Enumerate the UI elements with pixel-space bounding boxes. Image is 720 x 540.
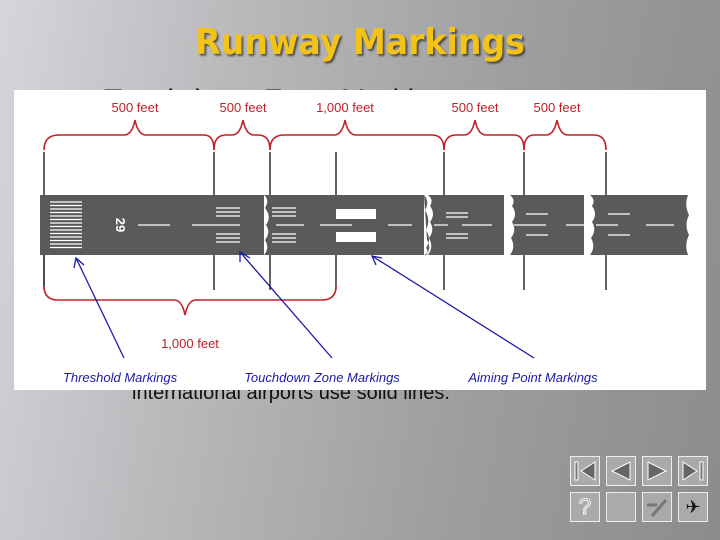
last-slide-button[interactable]	[678, 456, 708, 486]
blank-button[interactable]	[606, 492, 636, 522]
distance-label-4: 500 feet	[452, 100, 499, 115]
bottom-distance-label: 1,000 feet	[161, 336, 219, 351]
first-icon	[574, 461, 596, 481]
callout-touchdown-zone-markings: Touchdown Zone Markings	[244, 370, 400, 385]
callout-arrows	[73, 250, 535, 359]
brace-3	[269, 119, 445, 151]
return-icon	[647, 499, 668, 517]
airplane-icon: ✈	[685, 496, 701, 517]
help-icon: ?	[578, 494, 592, 520]
help-button[interactable]: ?	[570, 492, 600, 522]
brace-4	[443, 119, 525, 151]
brace-1	[43, 119, 215, 151]
distance-label-3: 1,000 feet	[316, 100, 374, 115]
brace-5	[523, 119, 607, 151]
slide-title: Runway Markings	[195, 22, 525, 63]
last-icon	[682, 461, 704, 481]
return-button[interactable]	[642, 492, 672, 522]
next-slide-button[interactable]	[642, 456, 672, 486]
distance-label-1: 500 feet	[112, 100, 159, 115]
airplane-button[interactable]: ✈	[678, 492, 708, 522]
top-braces	[43, 119, 607, 151]
callout-aiming-point-markings: Aiming Point Markings	[467, 370, 598, 385]
distance-label-5: 500 feet	[534, 100, 581, 115]
first-slide-button[interactable]	[570, 456, 600, 486]
runway-diagram: 500 feet 500 feet 1,000 feet 500 feet 50…	[14, 90, 706, 390]
bottom-brace	[43, 285, 337, 316]
distance-label-2: 500 feet	[220, 100, 267, 115]
runway-surface	[40, 195, 689, 255]
next-icon	[647, 461, 668, 481]
brace-2	[213, 119, 271, 151]
previous-slide-button[interactable]	[606, 456, 636, 486]
runway-number: 29	[113, 218, 128, 232]
runway-diagram-svg: 500 feet 500 feet 1,000 feet 500 feet 50…	[40, 100, 689, 385]
previous-icon	[610, 461, 631, 481]
callout-threshold-markings: Threshold Markings	[63, 370, 178, 385]
slide-navigation: ? ✈	[570, 456, 712, 528]
